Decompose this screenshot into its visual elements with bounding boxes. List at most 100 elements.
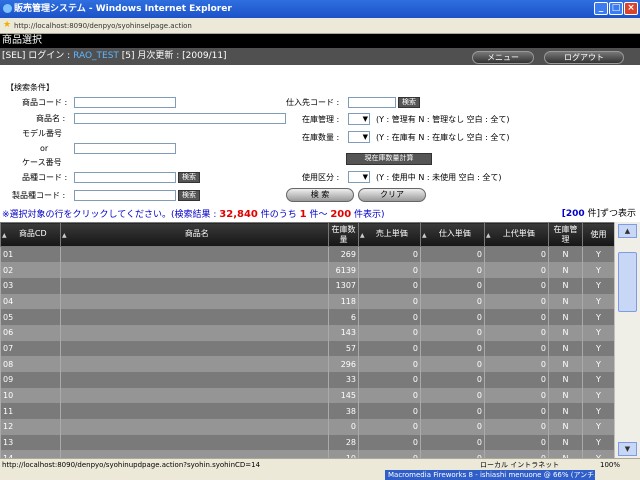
table-row[interactable]: 13 28 0 0 0 N Y bbox=[0, 434, 615, 451]
maximize-button[interactable]: □ bbox=[609, 2, 623, 15]
table-row[interactable]: 08 296 0 0 0 N Y bbox=[0, 356, 615, 372]
cell-cd: 05 bbox=[0, 309, 61, 325]
cell-list: 0 bbox=[484, 372, 549, 388]
cell-name bbox=[60, 434, 329, 451]
table-scrollbar[interactable]: ▲ ▼ bbox=[614, 222, 640, 458]
col-header-list[interactable]: ▲ 上代単価 bbox=[484, 222, 549, 247]
window-title: 販売管理システム - Windows Internet Explorer bbox=[14, 4, 232, 14]
sort-arrow-icon: ▲ bbox=[422, 231, 427, 239]
item-code-input[interactable] bbox=[74, 172, 176, 183]
use-select[interactable]: ▼ bbox=[348, 171, 370, 183]
table-row[interactable]: 06 143 0 0 0 N Y bbox=[0, 324, 615, 341]
table-header-row: ▲ 商品CD ▲ 商品名 在庫数量 ▲ 売上単価 ▲ 仕入単価 ▲ 上代単価 在庫管理 使… bbox=[0, 222, 615, 247]
cell-qty: 10 bbox=[328, 450, 359, 458]
product-type-input[interactable] bbox=[74, 190, 176, 201]
result-to: 200 bbox=[330, 209, 352, 220]
cell-list: 0 bbox=[484, 324, 549, 341]
per-page-number: [200 bbox=[561, 209, 585, 219]
table-row[interactable]: 03 1307 0 0 0 N Y bbox=[0, 277, 615, 294]
cell-buy: 0 bbox=[420, 246, 485, 263]
table-row[interactable]: 05 6 0 0 0 N Y bbox=[0, 309, 615, 325]
col-header-name[interactable]: ▲ 商品名 bbox=[60, 222, 329, 247]
supplier-search-button[interactable]: 検索 bbox=[398, 97, 420, 108]
supplier-input[interactable] bbox=[348, 97, 396, 108]
table-row[interactable]: 12 0 0 0 0 N Y bbox=[0, 419, 615, 435]
cell-buy: 0 bbox=[420, 387, 485, 404]
taskbar-item[interactable]: Macromedia Fireworks 8 - ishiashi menuon… bbox=[385, 470, 595, 480]
col-header-mgmt[interactable]: 在庫管理 bbox=[548, 222, 583, 247]
table-row[interactable]: 1410000NY bbox=[0, 450, 615, 458]
minimize-button[interactable]: _ bbox=[594, 2, 608, 15]
cell-mgmt: N bbox=[548, 372, 583, 388]
col-header-cd[interactable]: ▲ 商品CD bbox=[0, 222, 61, 247]
result-mid2: 件～ bbox=[306, 210, 331, 220]
table-row[interactable]: 01 269 0 0 0 N Y bbox=[0, 246, 615, 263]
results-table-wrapper: ▲ 商品CD ▲ 商品名 在庫数量 ▲ 売上単価 ▲ 仕入単価 ▲ 上代単価 在庫管理 使… bbox=[0, 222, 640, 458]
cell-name bbox=[60, 387, 329, 404]
scroll-up-arrow-icon[interactable]: ▲ bbox=[618, 224, 637, 238]
favorites-star-icon[interactable]: ★ bbox=[3, 21, 11, 30]
cell-sale: 0 bbox=[358, 419, 421, 435]
col-header-sale[interactable]: ▲ 売上単価 bbox=[358, 222, 421, 247]
cell-sale: 0 bbox=[358, 434, 421, 451]
table-row[interactable]: 09 33 0 0 0 N Y bbox=[0, 372, 615, 388]
product-type-search-button[interactable]: 検索 bbox=[178, 190, 200, 201]
cell-name bbox=[60, 403, 329, 420]
stock-count-hint: (Y : 在庫有 N : 在庫なし 空白 : 全て) bbox=[376, 133, 510, 142]
scroll-down-arrow-icon[interactable]: ▼ bbox=[618, 442, 637, 456]
cell-list: 0 bbox=[484, 387, 549, 404]
stock-mgmt-label: 在庫管理 : bbox=[302, 115, 340, 124]
cell-qty: 145 bbox=[328, 387, 359, 404]
cell-qty: 6 bbox=[328, 309, 359, 325]
stock-count-select[interactable]: ▼ bbox=[348, 131, 370, 143]
product-name-input[interactable] bbox=[74, 113, 286, 124]
table-row[interactable]: 11 38 0 0 0 N Y bbox=[0, 403, 615, 420]
model-case-input[interactable] bbox=[74, 143, 176, 154]
cell-cd: 02 bbox=[0, 262, 61, 278]
cell-cd: 12 bbox=[0, 419, 61, 435]
cell-mgmt: N bbox=[548, 356, 583, 372]
cell-buy: 0 bbox=[420, 309, 485, 325]
cell-qty: 1307 bbox=[328, 277, 359, 294]
item-code-search-button[interactable]: 検索 bbox=[178, 172, 200, 183]
menu-button[interactable]: メニュー bbox=[472, 51, 534, 64]
table-row[interactable]: 10 145 0 0 0 N Y bbox=[0, 387, 615, 404]
col-header-buy[interactable]: ▲ 仕入単価 bbox=[420, 222, 485, 247]
cell-sale: 0 bbox=[358, 372, 421, 388]
col-header-use[interactable]: 使用 bbox=[582, 222, 615, 247]
cell-name bbox=[60, 277, 329, 294]
cell-buy: 0 bbox=[420, 356, 485, 372]
search-button[interactable]: 検 索 bbox=[286, 188, 354, 202]
cell-name bbox=[60, 293, 329, 310]
cell-cd: 06 bbox=[0, 324, 61, 341]
cell-cd: 09 bbox=[0, 372, 61, 388]
cell-cd: 14 bbox=[0, 450, 61, 458]
scroll-thumb[interactable] bbox=[618, 252, 637, 312]
cell-list: 0 bbox=[484, 309, 549, 325]
window-titlebar: 販売管理システム - Windows Internet Explorer _ □… bbox=[0, 0, 640, 18]
address-bar[interactable]: ★ http://localhost:8090/denpyo/syohinsel… bbox=[0, 18, 640, 34]
logout-button[interactable]: ログアウト bbox=[544, 51, 624, 64]
cell-buy: 0 bbox=[420, 403, 485, 420]
use-label: 使用区分 : bbox=[302, 173, 340, 182]
status-zoom[interactable]: 100% bbox=[600, 460, 620, 470]
stock-mgmt-select[interactable]: ▼ bbox=[348, 113, 370, 125]
per-page-control[interactable]: [200 件]ずつ表示 bbox=[562, 207, 636, 222]
cell-mgmt: N bbox=[548, 450, 583, 458]
cell-mgmt: N bbox=[548, 309, 583, 325]
col-header-label: 在庫管理 bbox=[553, 224, 578, 244]
search-form: 【検索条件】 商品コード : 商品名 : モデル番号 or ケース番号 品種コー… bbox=[0, 65, 640, 207]
col-header-label: 売上単価 bbox=[375, 228, 408, 238]
cell-mgmt: N bbox=[548, 419, 583, 435]
ie-icon bbox=[3, 4, 12, 13]
calc-stock-button[interactable]: 現在庫数量計算 bbox=[346, 153, 432, 165]
product-code-input[interactable] bbox=[74, 97, 176, 108]
col-header-qty[interactable]: 在庫数量 bbox=[328, 222, 359, 247]
table-row[interactable]: 07 57 0 0 0 N Y bbox=[0, 340, 615, 357]
cell-cd: 11 bbox=[0, 403, 61, 420]
cell-sale: 0 bbox=[358, 309, 421, 325]
table-row[interactable]: 04 118 0 0 0 N Y bbox=[0, 293, 615, 310]
clear-button[interactable]: クリア bbox=[358, 188, 426, 202]
table-row[interactable]: 02 6139 0 0 0 N Y bbox=[0, 262, 615, 278]
close-button[interactable]: × bbox=[624, 2, 638, 15]
